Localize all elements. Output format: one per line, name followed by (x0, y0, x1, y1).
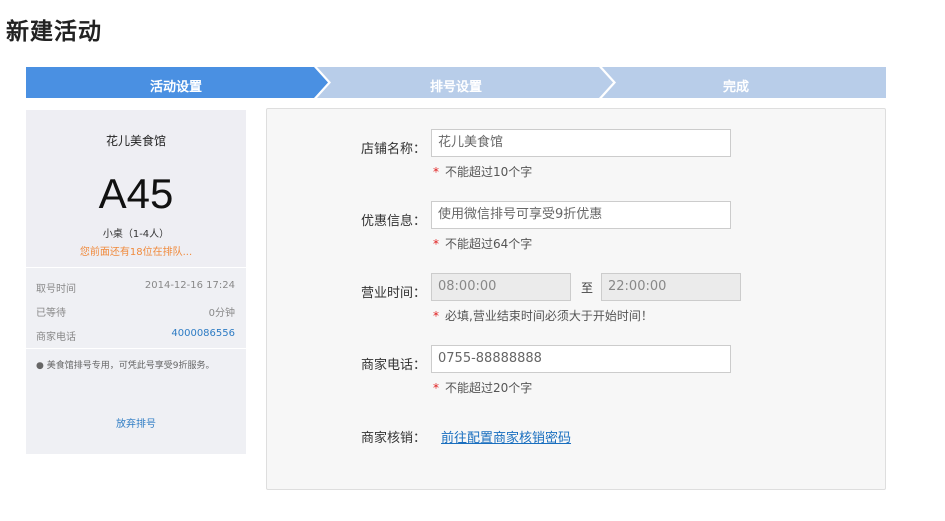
step-2-label: 排号设置 (429, 80, 482, 95)
ticket-table-type: 小桌（1-4人） (102, 229, 170, 240)
start-time-input[interactable]: 08:00:00 (431, 273, 571, 301)
phone-hint: * 不能超过20个字 (433, 381, 533, 395)
ticket-row-label: 已等待 (36, 308, 66, 319)
time-separator: 至 (581, 281, 594, 295)
required-mark: * (433, 381, 439, 395)
divider (26, 348, 246, 349)
ticket-number: A45 (98, 170, 174, 217)
step-3-label: 完成 (722, 80, 749, 95)
offer-label: 优惠信息： (361, 214, 427, 229)
ticket-row-time: 取号时间 2014-12-16 17:24 (36, 280, 235, 295)
ticket-row-value: 2014-12-16 17:24 (144, 280, 235, 291)
ticket-row-phone: 商家电话 4000086556 (36, 328, 235, 343)
ticket-header: 花儿美食馆 A45 小桌（1-4人） 您前面还有18位在排队... (26, 110, 246, 267)
steps-bar: 活动设置 排号设置 完成 (26, 67, 886, 98)
cancel-queue-link[interactable]: 放弃排号 (26, 415, 246, 430)
offer-input[interactable]: 使用微信排号可享受9折优惠 (431, 201, 731, 229)
required-mark: * (433, 309, 439, 323)
ticket-row-label: 取号时间 (36, 284, 76, 295)
shop-name-hint: * 不能超过10个字 (433, 165, 533, 179)
activity-form: 店铺名称： 花儿美食馆 * 不能超过10个字 优惠信息： 使用微信排号可享受9折优… (266, 108, 886, 490)
ticket-shop-name: 花儿美食馆 (105, 134, 166, 148)
configure-verify-password-link[interactable]: 前往配置商家核销密码 (441, 427, 571, 446)
hours-hint: * 必填,营业结束时间必须大于开始时间！ (433, 309, 653, 323)
shop-name-input[interactable]: 花儿美食馆 (431, 129, 731, 157)
ticket-note: ● 美食馆排号专用，可凭此号享受9折服务。 (36, 361, 215, 371)
phone-input[interactable]: 0755-88888888 (431, 345, 731, 373)
end-time-input[interactable]: 22:00:00 (601, 273, 741, 301)
step-1-label: 活动设置 (149, 80, 202, 95)
ticket-phone-link[interactable]: 4000086556 (171, 328, 235, 339)
divider (26, 267, 246, 268)
shop-name-label: 店铺名称： (361, 142, 427, 157)
ticket-row-label: 商家电话 (36, 332, 76, 343)
verify-label: 商家核销： (361, 431, 427, 446)
required-mark: * (433, 165, 439, 179)
offer-hint: * 不能超过64个字 (433, 237, 533, 251)
ticket-row-wait: 已等待 0分钟 (36, 304, 235, 319)
ticket-row-value: 0分钟 (208, 308, 235, 319)
required-mark: * (433, 237, 439, 251)
hours-label: 营业时间： (361, 286, 427, 301)
ticket-queue-info: 您前面还有18位在排队... (79, 247, 193, 258)
page-title: 新建活动 (6, 19, 102, 45)
phone-label: 商家电话： (361, 358, 427, 373)
ticket-preview: 花儿美食馆 A45 小桌（1-4人） 您前面还有18位在排队... 取号时间 2… (26, 110, 246, 454)
